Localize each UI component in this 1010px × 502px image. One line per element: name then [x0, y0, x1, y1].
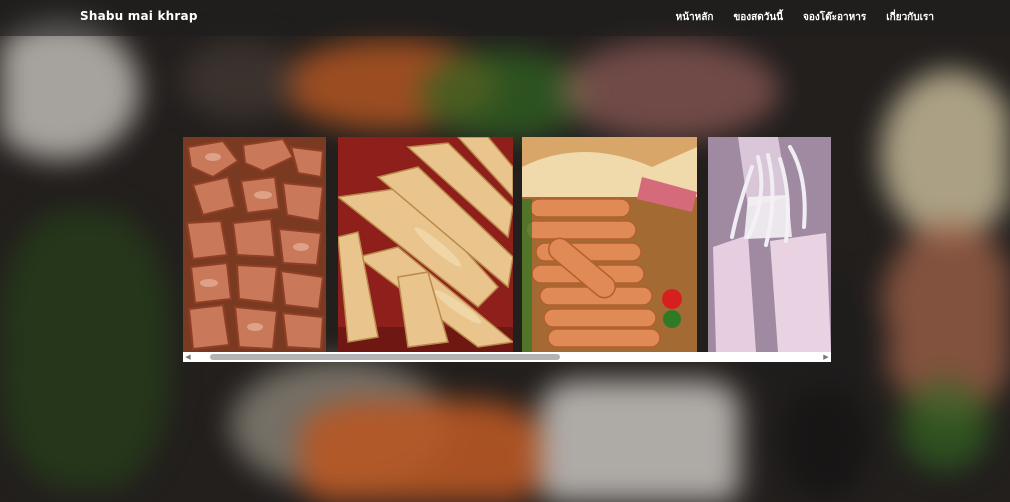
gallery-strip[interactable] — [183, 137, 831, 352]
page: Shabu mai khrap หน้าหลัก ของสดวันนี้ จอง… — [0, 0, 1010, 502]
site-brand[interactable]: Shabu mai khrap — [80, 9, 198, 23]
gallery-image-whole-squid[interactable] — [708, 137, 831, 352]
gallery-scrollbar[interactable]: ◀ ▶ — [183, 352, 831, 362]
gallery-image-sausages[interactable] — [522, 137, 697, 352]
scroll-left-icon[interactable]: ◀ — [183, 352, 193, 362]
nav-book-table[interactable]: จองโต๊ะอาหาร — [803, 10, 866, 25]
food-gallery: ◀ ▶ — [183, 137, 831, 362]
scrollbar-thumb[interactable] — [210, 354, 560, 360]
scroll-right-icon[interactable]: ▶ — [821, 352, 831, 362]
top-navbar: Shabu mai khrap หน้าหลัก ของสดวันนี้ จอง… — [0, 0, 1010, 36]
gallery-image-sliced-pork[interactable] — [183, 137, 326, 352]
gallery-image-squid-strips[interactable] — [338, 137, 513, 352]
nav-home[interactable]: หน้าหลัก — [676, 10, 714, 25]
nav-fresh-today[interactable]: ของสดวันนี้ — [733, 10, 783, 25]
nav-about[interactable]: เกี่ยวกับเรา — [886, 10, 934, 25]
main-menu: หน้าหลัก ของสดวันนี้ จองโต๊ะอาหาร เกี่ยว… — [676, 10, 934, 25]
